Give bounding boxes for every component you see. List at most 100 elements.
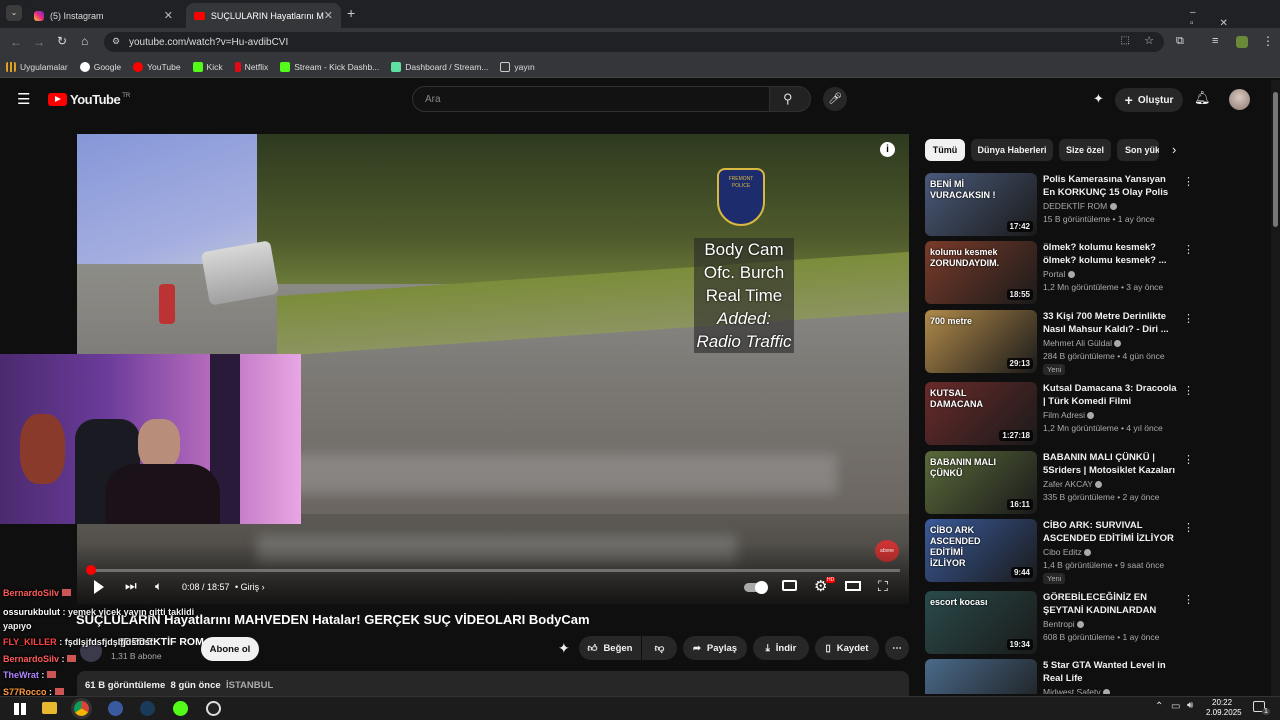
address-bar[interactable]: ⚙ youtube.com/watch?v=Hu-avdibCVI ⬚ ☆ bbox=[104, 32, 1164, 52]
recommendation-channel[interactable]: Mehmet Ali Güldal bbox=[1043, 338, 1122, 348]
create-button[interactable]: + Oluştur bbox=[1115, 88, 1183, 112]
extensions-icon[interactable]: ⧉ bbox=[1176, 35, 1184, 48]
app-icon[interactable] bbox=[108, 701, 123, 716]
recommendation-item[interactable]: kolumu kesmek ZORUNDAYDIM. 18:55 ölmek? ko… bbox=[925, 241, 1194, 305]
recommendation-item[interactable]: 700 metre 29:13 33 Kişi 700 Metre Derinlik… bbox=[925, 310, 1194, 375]
clock-time[interactable]: 20:22 bbox=[1212, 698, 1232, 707]
bookmark-netflix[interactable]: Netflix bbox=[234, 61, 268, 72]
recommendation-channel[interactable]: Midwest Safety bbox=[1043, 687, 1111, 694]
close-tab-icon[interactable]: ✕ bbox=[324, 9, 333, 22]
search-button[interactable]: ⚲ bbox=[769, 86, 811, 112]
sparkle-icon[interactable]: ✦ bbox=[558, 640, 570, 657]
speaker-icon[interactable]: 🔊︎ bbox=[1187, 700, 1193, 711]
recommendation-item[interactable]: KUTSAL DAMACANA 1:27:18 Kutsal Damacana 3:… bbox=[925, 382, 1194, 446]
download-button[interactable]: ⤓ İndir bbox=[753, 636, 809, 660]
kebab-menu-icon[interactable]: ⋮ bbox=[1183, 384, 1194, 397]
play-icon[interactable] bbox=[94, 580, 104, 594]
recommendation-channel[interactable]: Cibo Editz bbox=[1043, 547, 1092, 557]
windows-start-icon[interactable] bbox=[14, 703, 26, 715]
volume-icon[interactable]: 🔈︎ bbox=[155, 579, 162, 594]
kick-app-icon[interactable] bbox=[173, 701, 188, 716]
kebab-menu-icon[interactable]: ⋮ bbox=[1183, 243, 1194, 256]
new-tab-button[interactable]: + bbox=[347, 5, 355, 21]
back-icon[interactable]: ← bbox=[10, 35, 22, 49]
recommendation-title[interactable]: 5 Star GTA Wanted Level in Real Life bbox=[1043, 659, 1177, 685]
youtube-logo[interactable]: YouTube TR bbox=[48, 92, 130, 107]
video-thumbnail[interactable]: 700 metre 29:13 bbox=[925, 310, 1037, 373]
chapter-button[interactable]: • Giriş › bbox=[235, 582, 265, 592]
video-thumbnail[interactable]: escort kocası 19:34 bbox=[925, 591, 1037, 654]
video-thumbnail[interactable]: BABANIN MALI ÇÜNKÜ 16:11 bbox=[925, 451, 1037, 514]
next-icon[interactable]: ⏭︎ bbox=[125, 578, 137, 594]
clock-date[interactable]: 2.09.2025 bbox=[1206, 708, 1242, 717]
steam-icon[interactable] bbox=[140, 701, 155, 716]
recommendation-channel[interactable]: Portal bbox=[1043, 269, 1075, 279]
voice-search-icon[interactable]: 🎤︎ bbox=[823, 87, 847, 111]
filter-chip-all[interactable]: Tümü bbox=[925, 139, 965, 161]
recommendation-title[interactable]: Kutsal Damacana 3: Dracoola | Türk Komed… bbox=[1043, 382, 1177, 408]
close-tab-icon[interactable]: ✕ bbox=[164, 9, 173, 22]
video-thumbnail[interactable]: BENİ Mİ VURACAKSIN ! 17:42 bbox=[925, 173, 1037, 236]
bookmark-apps[interactable]: Uygulamalar bbox=[6, 61, 68, 72]
recommendation-channel[interactable]: DEDEKTİF ROM bbox=[1043, 201, 1117, 211]
network-icon[interactable]: ▭ bbox=[1171, 701, 1180, 712]
hamburger-menu-icon[interactable]: ☰ bbox=[17, 90, 30, 108]
studio-icon[interactable]: ✦ bbox=[1093, 91, 1104, 107]
fullscreen-icon[interactable]: ⛶ bbox=[878, 578, 888, 595]
more-actions-button[interactable]: ⋯ bbox=[885, 636, 909, 660]
theater-mode-icon[interactable] bbox=[845, 581, 861, 591]
filter-chip-world-news[interactable]: Dünya Haberleri bbox=[971, 139, 1053, 161]
notifications-bell-icon[interactable]: 🔔︎ bbox=[1194, 90, 1211, 106]
search-input[interactable]: Ara bbox=[412, 86, 770, 112]
recommendation-title[interactable]: GÖREBİLECEĞİNİZ EN ŞEYTANİ KADINLARDAN B… bbox=[1043, 591, 1177, 618]
save-button[interactable]: ▯ Kaydet bbox=[815, 636, 879, 660]
chrome-taskbar-icon[interactable] bbox=[74, 701, 89, 716]
recommendation-item[interactable]: BENİ Mİ VURACAKSIN ! 17:42 Polis Kamerasın… bbox=[925, 173, 1194, 237]
video-thumbnail[interactable]: CİBO ARK ASCENDED EDİTİMİ İZLİYOR 9:44 bbox=[925, 519, 1037, 582]
dislike-button[interactable]: 👎︎ bbox=[642, 636, 677, 660]
subtitles-icon[interactable] bbox=[782, 580, 797, 591]
kebab-menu-icon[interactable]: ⋮ bbox=[1183, 312, 1194, 325]
video-thumbnail[interactable]: KUTSAL DAMACANA 1:27:18 bbox=[925, 382, 1037, 445]
scrollbar-thumb[interactable] bbox=[1273, 92, 1278, 227]
recommendation-title[interactable]: BABANIN MALI ÇÜNKÜ | 5Sriders | Motosikl… bbox=[1043, 451, 1177, 478]
filter-chip-for-you[interactable]: Size özel bbox=[1059, 139, 1111, 161]
recommendation-item[interactable]: CİBO ARK ASCENDED EDİTİMİ İZLİYOR 9:44 CİB… bbox=[925, 519, 1194, 584]
tray-chevron-icon[interactable]: ⌃ bbox=[1155, 701, 1163, 712]
media-icon[interactable]: ≡ bbox=[1212, 35, 1218, 47]
kebab-menu-icon[interactable]: ⋮ bbox=[1183, 521, 1194, 534]
recommendation-title[interactable]: Polis Kamerasına Yansıyan En KORKUNÇ 15 … bbox=[1043, 173, 1177, 200]
kebab-menu-icon[interactable]: ⋮ bbox=[1183, 453, 1194, 466]
info-icon[interactable]: i bbox=[880, 142, 895, 157]
subscribe-button[interactable]: Abone ol bbox=[201, 637, 259, 661]
minimize-icon[interactable]: – bbox=[1190, 7, 1222, 18]
recommendation-item[interactable]: escort kocası 19:34 GÖREBİLECEĞİNİZ EN ŞEY… bbox=[925, 591, 1194, 655]
profile-icon[interactable] bbox=[1236, 36, 1248, 48]
video-thumbnail[interactable] bbox=[925, 659, 1037, 694]
avatar[interactable] bbox=[1229, 89, 1250, 110]
kebab-menu-icon[interactable]: ⋮ bbox=[1183, 175, 1194, 188]
chevron-right-icon[interactable]: › bbox=[1172, 142, 1176, 157]
site-info-icon[interactable]: ⚙ bbox=[112, 36, 120, 47]
forward-icon[interactable]: → bbox=[33, 35, 45, 49]
bookmark-google[interactable]: Google bbox=[79, 61, 121, 72]
file-explorer-icon[interactable] bbox=[42, 702, 57, 714]
filter-chip-recent[interactable]: Son yük bbox=[1117, 139, 1159, 161]
recommendation-channel[interactable]: Film Adresi bbox=[1043, 410, 1095, 420]
bookmark-kick[interactable]: Kick bbox=[192, 61, 223, 72]
progress-bar[interactable] bbox=[90, 569, 900, 572]
tab-search-button[interactable]: ⌄ bbox=[6, 5, 22, 21]
recommendation-channel[interactable]: Zafer AKCAY bbox=[1043, 479, 1103, 489]
bookmark-folder-yayin[interactable]: yayın bbox=[500, 61, 535, 72]
recommendation-channel[interactable]: Bentropi bbox=[1043, 619, 1085, 629]
recommendation-title[interactable]: ölmek? kolumu kesmek? ölmek? kolumu kesm… bbox=[1043, 241, 1177, 267]
obs-icon[interactable] bbox=[206, 701, 221, 716]
install-icon[interactable]: ⬚ bbox=[1121, 35, 1130, 46]
bookmark-stream-dashboard[interactable]: Dashboard / Stream... bbox=[391, 61, 488, 72]
recommendation-title[interactable]: CİBO ARK: SURVIVAL ASCENDED EDİTİMİ İZLİ… bbox=[1043, 519, 1177, 545]
like-button[interactable]: 👍︎ Beğen bbox=[579, 636, 641, 660]
recommendation-item[interactable]: BABANIN MALI ÇÜNKÜ 16:11 BABANIN MALI ÇÜNK… bbox=[925, 451, 1194, 515]
bookmark-star-icon[interactable]: ☆ bbox=[1144, 34, 1154, 47]
share-button[interactable]: ➦ Paylaş bbox=[683, 636, 747, 660]
more-menu-icon[interactable]: ⋮ bbox=[1262, 34, 1274, 48]
